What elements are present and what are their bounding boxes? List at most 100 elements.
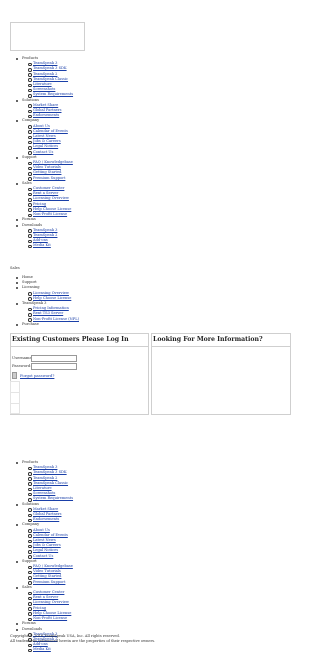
footer-nav-item-products[interactable]: Products TeamSpeak 3 TeamSpeak 3 SDK TeamSp… <box>14 460 134 502</box>
submenu-link[interactable]: Market Share <box>33 507 58 511</box>
sales-nav-item-label[interactable]: Home <box>22 275 33 279</box>
sales-nav-item-teamspeak-3[interactable]: TeamSpeak 3 Pricing Information Rent TS3 S… <box>14 301 144 322</box>
footer-nav-item-sales[interactable]: Sales Customer Center Rent a Server Licensi… <box>14 585 134 622</box>
submenu-link[interactable]: Getting Started <box>33 574 61 578</box>
submenu-link[interactable]: Jobs & Careers <box>33 139 61 143</box>
submenu-link[interactable]: TeamSpeak 2 <box>33 476 57 480</box>
submenu-link[interactable]: TeamSpeak 3 SDK <box>33 470 67 474</box>
submenu-link[interactable]: Latest News <box>33 134 56 138</box>
submenu-link[interactable]: TeamSpeak 3 SDK <box>33 66 67 70</box>
submenu-link[interactable]: Non-Profit License <box>33 212 67 216</box>
submenu-link[interactable]: Non-Profit License (NPL) <box>33 317 79 321</box>
submenu-link[interactable]: Getting Started <box>33 170 61 174</box>
submenu-link[interactable]: TeamSpeak Classic <box>33 481 68 485</box>
nav-item-label[interactable]: Downloads <box>22 223 42 227</box>
footer-nav-item-company[interactable]: Company About Us Calendar of Events Latest … <box>14 522 134 559</box>
sales-nav-item-purchase[interactable]: Purchase <box>14 322 144 327</box>
password-input[interactable] <box>31 362 77 370</box>
submenu-link[interactable]: Help Choose License <box>33 611 71 615</box>
submenu-item[interactable]: Media Kit <box>28 243 134 249</box>
submenu-link[interactable]: Legal Notices <box>33 548 58 552</box>
submenu-link[interactable]: TeamSpeak 3 <box>33 61 57 65</box>
footer-nav-item-solutions[interactable]: Solutions Market Share Global Partners Endo… <box>14 502 134 523</box>
submenu-link[interactable]: TeamSpeak 3 <box>33 465 57 469</box>
submenu-link[interactable]: Licensing Overview <box>33 600 69 604</box>
submenu-link[interactable]: TeamSpeak Classic <box>33 77 68 81</box>
submenu-link[interactable]: Screenshots <box>33 491 55 495</box>
footer-nav-item-support[interactable]: Support FAQ / Knowledgebase Video Tutorial… <box>14 559 134 585</box>
submenu-link[interactable]: Jobs & Careers <box>33 543 61 547</box>
submenu-link[interactable]: System Requirements <box>33 92 73 96</box>
submenu-link[interactable]: Pricing Information <box>33 306 69 310</box>
submenu-link[interactable]: Premium Support <box>33 580 65 584</box>
submenu-link[interactable]: Market Share <box>33 103 58 107</box>
submenu-link[interactable]: Licensing Overview <box>33 196 69 200</box>
nav-item-label[interactable]: Company <box>22 118 39 122</box>
submenu-link[interactable]: Contact Us <box>33 554 53 558</box>
submenu-link[interactable]: Pricing <box>33 202 46 206</box>
submenu-link[interactable]: Rent a Server <box>33 191 58 195</box>
footer-nav-item-label[interactable]: Company <box>22 522 39 526</box>
sales-nav-item-licensing[interactable]: Licensing Licensing Overview Help Choose L… <box>14 285 144 302</box>
username-input[interactable] <box>31 354 77 362</box>
submenu-link[interactable]: Video Tutorials <box>33 569 61 573</box>
nav-item-downloads[interactable]: Downloads TeamSpeak 3 TeamSpeak 2 Add-ons Me… <box>14 223 134 249</box>
submenu-link[interactable]: Literature <box>33 486 52 490</box>
submenu-link[interactable]: TeamSpeak 3 <box>33 228 57 232</box>
submenu-link[interactable]: Add-ons <box>33 238 48 242</box>
submenu-link[interactable]: TeamSpeak 2 <box>33 72 57 76</box>
submenu-link[interactable]: System Requirements <box>33 496 73 500</box>
submenu-link[interactable]: Premium Support <box>33 176 65 180</box>
submenu-link[interactable]: Global Partners <box>33 108 61 112</box>
footer-nav-item-label[interactable]: Forums <box>22 621 36 625</box>
footer-nav-item-label[interactable]: Downloads <box>22 627 42 631</box>
submenu-item[interactable]: Media Kit <box>28 647 134 653</box>
sales-nav-item-label[interactable]: TeamSpeak 3 <box>22 301 46 305</box>
nav-item-label[interactable]: Support <box>22 155 37 159</box>
submenu-link[interactable]: Endorsements <box>33 113 59 117</box>
submenu-link[interactable]: About Us <box>33 528 50 532</box>
submenu-link[interactable]: Calendar of Events <box>33 129 68 133</box>
nav-item-label[interactable]: Products <box>22 56 38 60</box>
submenu-link[interactable]: Customer Center <box>33 186 64 190</box>
nav-item-company[interactable]: Company About Us Calendar of Events Latest … <box>14 118 134 155</box>
submenu-link[interactable]: Calendar of Events <box>33 533 68 537</box>
submenu-link[interactable]: Help Choose License <box>33 207 71 211</box>
submenu-link[interactable]: Media Kit <box>33 243 51 247</box>
submenu-link[interactable]: Latest News <box>33 538 56 542</box>
submenu-link[interactable]: Non-Profit License <box>33 616 67 620</box>
nav-item-label[interactable]: Solutions <box>22 98 39 102</box>
nav-item-label[interactable]: Forums <box>22 217 36 221</box>
submenu-link[interactable]: Video Tutorials <box>33 165 61 169</box>
login-button[interactable] <box>12 372 17 379</box>
submenu-link[interactable]: Screenshots <box>33 87 55 91</box>
submenu-link[interactable]: Help Choose License <box>33 296 71 300</box>
footer-nav-item-label[interactable]: Support <box>22 559 37 563</box>
submenu-link[interactable]: Customer Center <box>33 590 64 594</box>
submenu-link[interactable]: Licensing Overview <box>33 291 69 295</box>
nav-item-label[interactable]: Sales <box>22 181 32 185</box>
nav-item-sales[interactable]: Sales Customer Center Rent a Server Licensi… <box>14 181 134 218</box>
submenu-link[interactable]: Media Kit <box>33 647 51 651</box>
submenu-link[interactable]: Contact Us <box>33 150 53 154</box>
sales-nav-item-label[interactable]: Purchase <box>22 322 39 326</box>
site-logo[interactable] <box>10 22 85 51</box>
sales-nav-item-label[interactable]: Licensing <box>22 285 40 289</box>
submenu-link[interactable]: Legal Notices <box>33 144 58 148</box>
submenu-link[interactable]: Global Partners <box>33 512 61 516</box>
footer-nav-item-label[interactable]: Products <box>22 460 38 464</box>
submenu-link[interactable]: TeamSpeak 2 <box>33 233 57 237</box>
footer-nav-item-label[interactable]: Solutions <box>22 502 39 506</box>
nav-item-solutions[interactable]: Solutions Market Share Global Partners Endo… <box>14 98 134 119</box>
submenu-link[interactable]: Pricing <box>33 606 46 610</box>
submenu-link[interactable]: FAQ / Knowledgebase <box>33 160 73 164</box>
submenu-link[interactable]: Endorsements <box>33 517 59 521</box>
submenu-link[interactable]: Rent TS3 Server <box>33 311 63 315</box>
footer-nav-item-label[interactable]: Sales <box>22 585 32 589</box>
submenu-link[interactable]: About Us <box>33 124 50 128</box>
sales-nav-item-label[interactable]: Support <box>22 280 37 284</box>
submenu-link[interactable]: Literature <box>33 82 52 86</box>
nav-item-support[interactable]: Support FAQ / Knowledgebase Video Tutorial… <box>14 155 134 181</box>
forgot-password-link[interactable]: Forgot password? <box>20 373 54 378</box>
submenu-link[interactable]: Rent a Server <box>33 595 58 599</box>
